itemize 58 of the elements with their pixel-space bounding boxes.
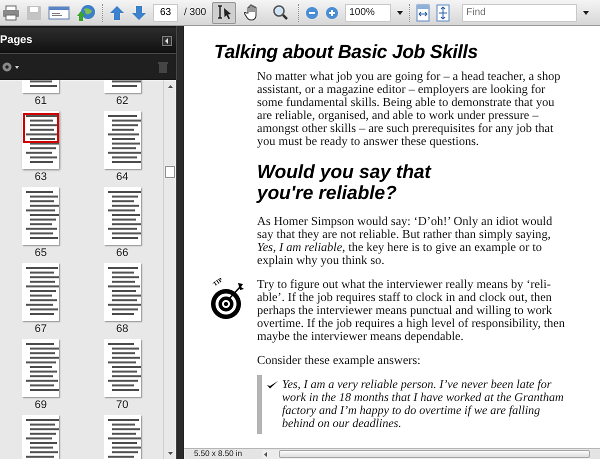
page-thumbnail[interactable]: [104, 263, 141, 321]
scroll-left-icon[interactable]: [264, 452, 267, 456]
page-number: 63: [34, 170, 47, 184]
page-number: 68: [116, 322, 128, 336]
page-number: 64: [116, 170, 128, 184]
select-tool-button[interactable]: [212, 2, 236, 24]
page-thumbnail[interactable]: [104, 187, 141, 245]
page-number: 67: [34, 322, 47, 336]
page-thumbnail[interactable]: [104, 339, 141, 397]
gear-menu-icon[interactable]: [2, 62, 20, 72]
page-number: 65: [34, 246, 47, 260]
page-thumbnail[interactable]: [22, 263, 60, 321]
page-thumbnail[interactable]: [22, 187, 60, 245]
body-paragraph: No matter what job you are going for – a head teacher, a shop assistant, or a magazine editor – employers are looking for some fundamental skills. Being able to demonstrate that you are reliable, organised, and able to work under pressure – amongst other skills – are such prerequisites for any job that you must be ready to answer these questions.: [257, 70, 562, 148]
scroll-down-icon[interactable]: [168, 452, 172, 455]
caret-icon[interactable]: [583, 10, 590, 14]
tip-paragraph: Try to figure out what the interviewer really means by ‘reli-able’. If the job requires staff to clock in and clock out, then perhaps the interviewer means punctual and willing to work overtime. If the job requires a high level of responsibility, then maybe the interviewer means dependable.: [257, 278, 566, 343]
page-number: 69: [34, 398, 47, 412]
scroll-thumb[interactable]: [165, 166, 175, 178]
zoom-out-icon[interactable]: [305, 6, 320, 20]
collapse-icon[interactable]: [162, 36, 172, 46]
page-size: 5.50 x 8.50 in: [193, 448, 244, 459]
section-heading: Would you say that: [257, 162, 432, 183]
page-count: / 300: [184, 6, 206, 20]
page-thumbnail[interactable]: [22, 339, 60, 397]
scroll-up-icon[interactable]: [168, 85, 172, 88]
horizontal-scrollbar[interactable]: [262, 450, 590, 458]
page-thumbnail[interactable]: [104, 111, 141, 169]
example-answer: Yes, I am a very reliable person. I’ve never been late for work in the 18 months that I have worked at the Grantham factory and I’m happy to do overtime if we are falling behind on our deadlines.: [282, 378, 565, 430]
envelope-icon[interactable]: [48, 4, 70, 20]
scroll-thumb[interactable]: [279, 450, 590, 458]
page-thumbnail[interactable]: [104, 415, 141, 459]
page-number: 61: [34, 94, 47, 108]
magnifier-icon[interactable]: [272, 4, 289, 21]
panel-title: Pages: [0, 33, 32, 48]
page-number: 62: [116, 94, 128, 108]
select-tool-icon[interactable]: [216, 4, 233, 21]
page-number: 70: [116, 398, 128, 412]
body-paragraph: Consider these example answers:: [257, 354, 422, 367]
up-arrow-icon[interactable]: [109, 4, 125, 20]
page-number-field[interactable]: 63: [153, 4, 178, 22]
body-paragraph: As Homer Simpson would say: ‘D’oh!’ Only an idiot would say that they are not reliable. But rather than simply saying, Yes, I am reliable, the key here is to give an example or to explain why you think so.: [257, 215, 554, 267]
find-field[interactable]: Find: [462, 4, 578, 22]
page-title: Talking about Basic Job Skills: [214, 42, 479, 64]
caret-icon[interactable]: [397, 10, 404, 14]
down-arrow-icon[interactable]: [131, 4, 147, 20]
section-heading: you're reliable?: [257, 183, 398, 204]
scrollbar[interactable]: [163, 80, 176, 459]
page-thumbnail[interactable]: [22, 111, 60, 169]
globe-arrow-icon[interactable]: [76, 4, 96, 22]
check-icon: [267, 381, 278, 389]
fit-page-icon[interactable]: [436, 4, 450, 22]
zoom-in-icon[interactable]: [325, 6, 340, 20]
print-icon[interactable]: [2, 4, 20, 20]
page-thumbnail[interactable]: [22, 415, 60, 459]
page-number: 66: [116, 246, 128, 260]
zoom-field[interactable]: 100%: [345, 4, 392, 22]
fit-width-icon[interactable]: [416, 4, 430, 22]
